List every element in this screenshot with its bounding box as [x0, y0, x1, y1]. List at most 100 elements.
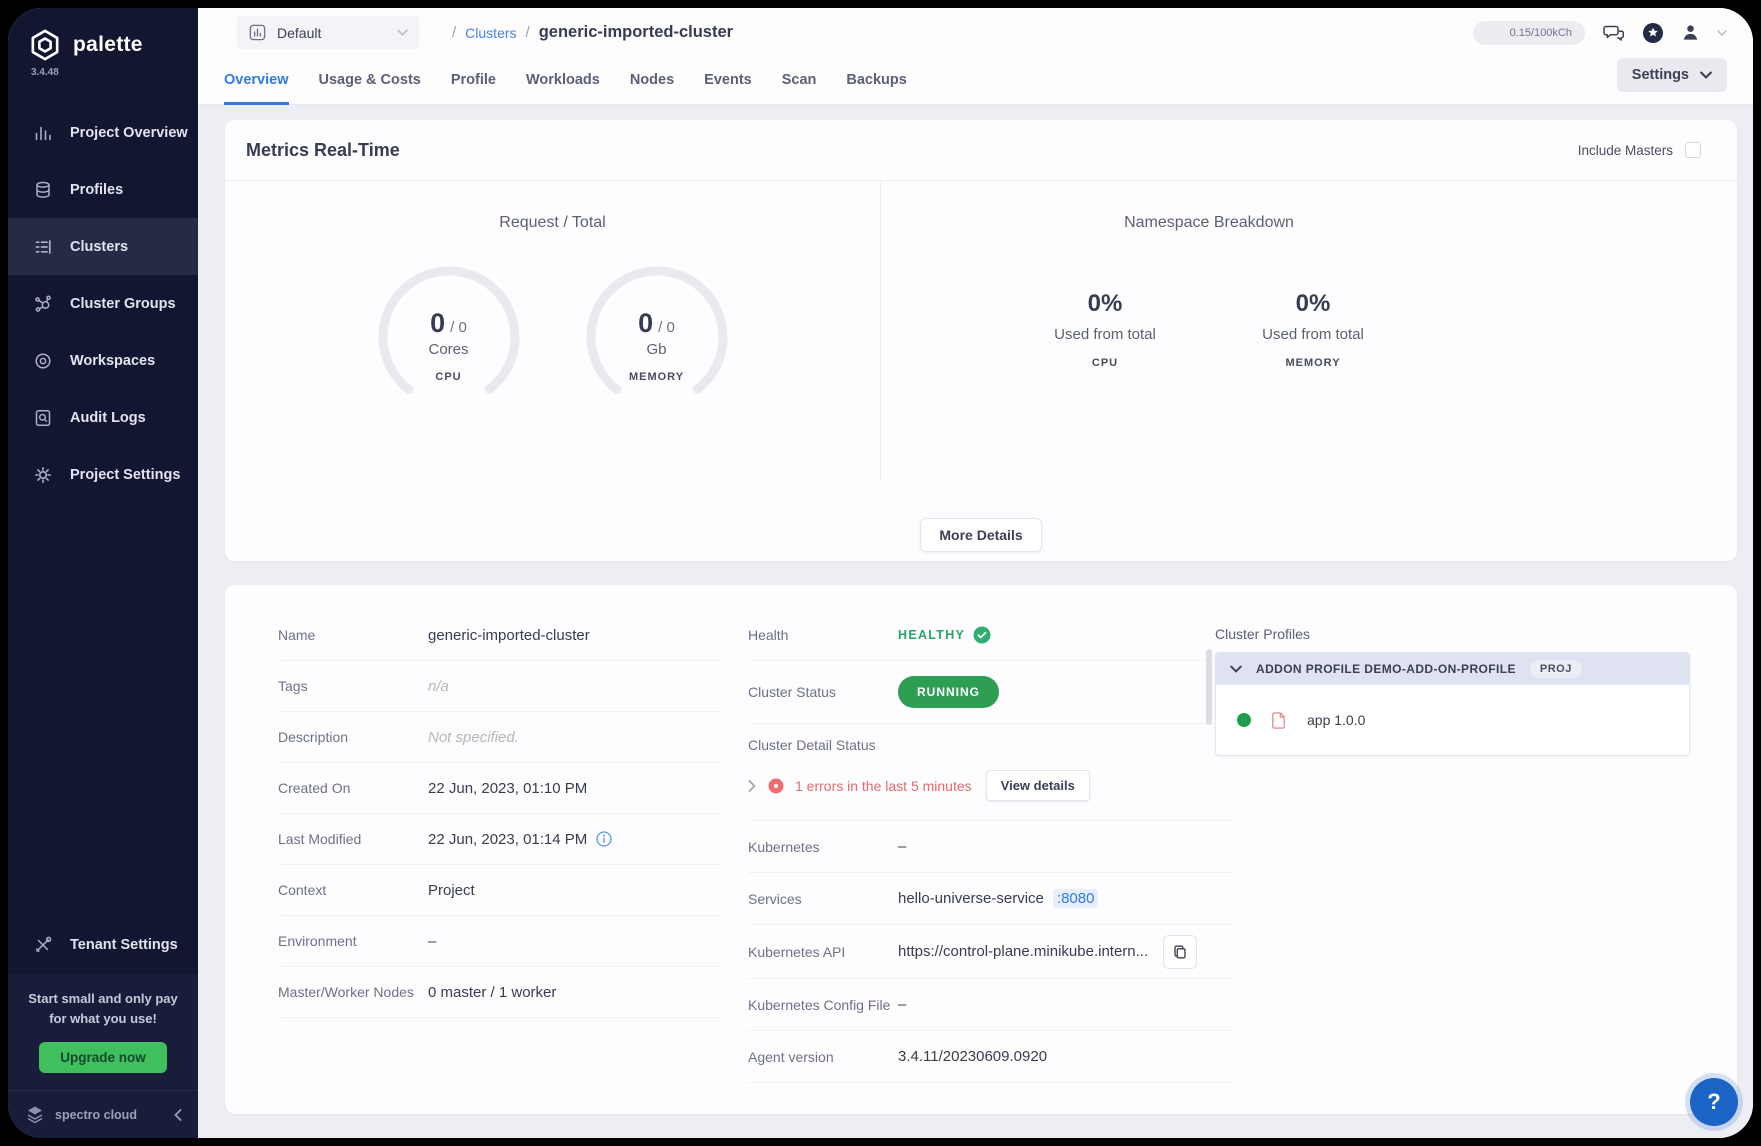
- logo-row: palette: [8, 8, 198, 67]
- usage-caption: Used from total: [1025, 326, 1185, 343]
- project-selector[interactable]: Default: [237, 16, 419, 49]
- info-row-name: Name generic-imported-cluster: [278, 610, 723, 661]
- tab-workloads[interactable]: Workloads: [526, 72, 600, 105]
- sidebar-item-cluster-groups[interactable]: Cluster Groups: [8, 275, 198, 332]
- row-value: generic-imported-cluster: [428, 627, 590, 644]
- info-row-last-modified: Last Modified 22 Jun, 2023, 01:14 PM: [278, 814, 723, 865]
- services-row: Services hello-universe-service :8080: [748, 873, 1233, 925]
- cpu-gauge: 0 / 0 Cores CPU: [374, 262, 524, 414]
- sidebar: palette 3.4.48 Project Overview Profil: [8, 8, 198, 1138]
- detail-status-content: 1 errors in the last 5 minutes View deta…: [748, 770, 1233, 801]
- chevron-down-icon[interactable]: [1717, 30, 1727, 36]
- brand-name: spectro cloud: [55, 1108, 137, 1122]
- row-value: Project: [428, 882, 475, 899]
- usage-quota-badge: 0.15/100kCh: [1473, 21, 1585, 45]
- row-value: –: [428, 933, 436, 950]
- help-button[interactable]: ?: [1690, 1078, 1738, 1126]
- sidebar-item-label: Tenant Settings: [70, 937, 178, 953]
- chevron-down-icon: [397, 29, 408, 36]
- crossed-tools-icon: [33, 935, 53, 955]
- tab-nodes[interactable]: Nodes: [630, 72, 674, 105]
- gauge-unit: Gb: [646, 341, 666, 358]
- row-label: Tags: [278, 678, 428, 694]
- breadcrumb: / Clusters / generic-imported-cluster: [452, 23, 733, 42]
- row-value: Not specified.: [428, 729, 519, 746]
- scrollbar[interactable]: [1206, 649, 1212, 725]
- sidebar-item-label: Workspaces: [70, 353, 155, 369]
- network-nodes-icon: [33, 294, 53, 314]
- more-details-button[interactable]: More Details: [920, 518, 1041, 552]
- info-row-created-on: Created On 22 Jun, 2023, 01:10 PM: [278, 763, 723, 814]
- row-label: Last Modified: [278, 831, 428, 847]
- info-row-tags: Tags n/a: [278, 661, 723, 712]
- collapse-sidebar-icon[interactable]: [174, 1109, 182, 1121]
- info-row-context: Context Project: [278, 865, 723, 916]
- promo-line1: Start small and only pay: [18, 989, 188, 1009]
- tab-usage-costs[interactable]: Usage & Costs: [319, 72, 421, 105]
- pack-status-dot: [1237, 713, 1251, 727]
- sidebar-promo-area: Start small and only pay for what you us…: [8, 974, 198, 1138]
- row-label: Description: [278, 729, 428, 745]
- service-port-link[interactable]: :8080: [1053, 889, 1099, 908]
- sidebar-item-tenant-settings[interactable]: Tenant Settings: [8, 917, 198, 974]
- copy-api-url-button[interactable]: [1163, 935, 1197, 969]
- sidebar-item-workspaces[interactable]: Workspaces: [8, 332, 198, 389]
- namespace-title: Namespace Breakdown: [881, 214, 1537, 232]
- sidebar-item-project-settings[interactable]: Project Settings: [8, 446, 198, 503]
- chevron-down-icon: [1230, 665, 1242, 673]
- view-details-button[interactable]: View details: [986, 770, 1090, 801]
- settings-dropdown-button[interactable]: Settings: [1617, 58, 1727, 92]
- metrics-realtime-card: Metrics Real-Time Include Masters Reques…: [225, 120, 1737, 561]
- row-label: Created On: [278, 780, 428, 796]
- request-total-title: Request / Total: [225, 214, 880, 232]
- usage-caption: Used from total: [1233, 326, 1393, 343]
- sidebar-item-label: Profiles: [70, 182, 123, 198]
- pack-name: app 1.0.0: [1307, 712, 1365, 728]
- sidebar-item-project-overview[interactable]: Project Overview: [8, 104, 198, 161]
- topbar: Default / Clusters / generic-imported-cl…: [198, 8, 1753, 105]
- usage-label: CPU: [1025, 357, 1185, 369]
- row-label: Cluster Detail Status: [748, 737, 1233, 753]
- more-details-wrap: More Details: [225, 518, 1737, 552]
- namespace-breakdown-section: Namespace Breakdown 0% Used from total C…: [881, 181, 1537, 481]
- row-label: Name: [278, 627, 428, 643]
- gauge-request: 0: [430, 308, 445, 339]
- running-status-badge: RUNNING: [898, 676, 999, 708]
- row-label: Kubernetes Config File: [748, 997, 898, 1013]
- sidebar-item-audit-logs[interactable]: Audit Logs: [8, 389, 198, 446]
- tab-profile[interactable]: Profile: [451, 72, 496, 105]
- info-icon[interactable]: [596, 831, 612, 847]
- profile-scope-badge: PROJ: [1530, 660, 1582, 678]
- project-selector-value: Default: [277, 25, 387, 41]
- chat-icon[interactable]: [1601, 22, 1626, 44]
- gauge-total: / 0: [450, 319, 467, 336]
- upgrade-now-button[interactable]: Upgrade now: [39, 1042, 167, 1073]
- breadcrumb-current: generic-imported-cluster: [539, 23, 733, 42]
- health-row: Health HEALTHY: [748, 610, 1233, 661]
- include-masters-checkbox[interactable]: [1685, 142, 1701, 158]
- user-profile-icon[interactable]: [1680, 22, 1701, 43]
- profile-header-row[interactable]: ADDON PROFILE DEMO-ADD-ON-PROFILE PROJ: [1216, 653, 1689, 685]
- row-value: 3.4.11/20230609.0920: [898, 1048, 1047, 1065]
- tab-backups[interactable]: Backups: [846, 72, 906, 105]
- whats-new-star-icon[interactable]: [1642, 22, 1664, 44]
- profile-pack-row[interactable]: app 1.0.0: [1216, 685, 1689, 755]
- tab-scan[interactable]: Scan: [782, 72, 817, 105]
- app-window: palette 3.4.48 Project Overview Profil: [8, 8, 1753, 1138]
- sidebar-item-clusters[interactable]: Clusters: [8, 218, 198, 275]
- sidebar-item-profiles[interactable]: Profiles: [8, 161, 198, 218]
- app-version: 3.4.48: [8, 67, 198, 78]
- sidebar-item-label: Project Overview: [70, 125, 188, 141]
- tab-events[interactable]: Events: [704, 72, 752, 105]
- settings-label: Settings: [1632, 67, 1689, 83]
- breadcrumb-clusters-link[interactable]: Clusters: [465, 25, 516, 41]
- row-label: Services: [748, 891, 898, 907]
- clusters-list-icon: [33, 237, 53, 257]
- workspace-rings-icon: [33, 351, 53, 371]
- row-label: Cluster Status: [748, 684, 898, 700]
- row-label: Agent version: [748, 1049, 898, 1065]
- tab-overview[interactable]: Overview: [224, 72, 289, 105]
- row-value: –: [898, 996, 906, 1013]
- chevron-right-icon[interactable]: [748, 780, 756, 792]
- usage-percent: 0%: [1025, 290, 1185, 318]
